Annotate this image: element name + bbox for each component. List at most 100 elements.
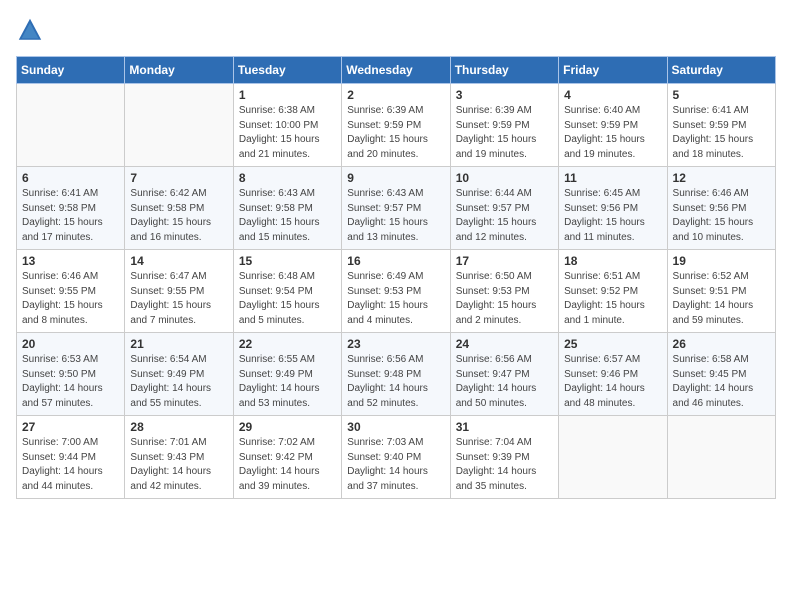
logo-icon [16,16,44,44]
day-info: Sunrise: 6:46 AM Sunset: 9:55 PM Dayligh… [22,270,119,328]
calendar-cell: 30 Sunrise: 7:03 AM Sunset: 9:40 PM Dayli… [342,416,450,499]
day-number: 12 [673,171,770,185]
day-info: Sunrise: 7:01 AM Sunset: 9:43 PM Dayligh… [130,436,227,494]
calendar-cell: 23 Sunrise: 6:56 AM Sunset: 9:48 PM Dayli… [342,333,450,416]
day-number: 1 [239,88,336,102]
day-header-friday: Friday [559,57,667,84]
calendar-week-4: 20 Sunrise: 6:53 AM Sunset: 9:50 PM Dayli… [17,333,776,416]
calendar-cell: 26 Sunrise: 6:58 AM Sunset: 9:45 PM Dayli… [667,333,775,416]
calendar-week-3: 13 Sunrise: 6:46 AM Sunset: 9:55 PM Dayli… [17,250,776,333]
calendar-cell [17,84,125,167]
day-info: Sunrise: 7:04 AM Sunset: 9:39 PM Dayligh… [456,436,553,494]
day-info: Sunrise: 7:02 AM Sunset: 9:42 PM Dayligh… [239,436,336,494]
day-number: 21 [130,337,227,351]
calendar-table: SundayMondayTuesdayWednesdayThursdayFrid… [16,56,776,499]
day-number: 5 [673,88,770,102]
day-info: Sunrise: 6:43 AM Sunset: 9:57 PM Dayligh… [347,187,444,245]
calendar-cell: 19Sunrise: 6:52 AM Sunset: 9:51 PM Dayli… [667,250,775,333]
day-info: Sunrise: 6:40 AM Sunset: 9:59 PM Dayligh… [564,104,661,162]
day-info: Sunrise: 6:44 AM Sunset: 9:57 PM Dayligh… [456,187,553,245]
day-info: Sunrise: 6:51 AM Sunset: 9:52 PM Dayligh… [564,270,661,328]
calendar-cell: 2Sunrise: 6:39 AM Sunset: 9:59 PM Daylig… [342,84,450,167]
calendar-cell: 18 Sunrise: 6:51 AM Sunset: 9:52 PM Dayli… [559,250,667,333]
calendar-cell: 20 Sunrise: 6:53 AM Sunset: 9:50 PM Dayli… [17,333,125,416]
day-header-thursday: Thursday [450,57,558,84]
day-info: Sunrise: 7:03 AM Sunset: 9:40 PM Dayligh… [347,436,444,494]
day-number: 19 [673,254,770,268]
calendar-cell: 17 Sunrise: 6:50 AM Sunset: 9:53 PM Dayli… [450,250,558,333]
calendar-cell: 6 Sunrise: 6:41 AM Sunset: 9:58 PM Daylig… [17,167,125,250]
day-info: Sunrise: 6:50 AM Sunset: 9:53 PM Dayligh… [456,270,553,328]
calendar-cell: 5 Sunrise: 6:41 AM Sunset: 9:59 PM Daylig… [667,84,775,167]
day-info: Sunrise: 6:41 AM Sunset: 9:59 PM Dayligh… [673,104,770,162]
day-number: 31 [456,420,553,434]
calendar-header: SundayMondayTuesdayWednesdayThursdayFrid… [17,57,776,84]
day-info: Sunrise: 6:39 AM Sunset: 9:59 PM Dayligh… [456,104,553,162]
day-number: 14 [130,254,227,268]
day-info: Sunrise: 6:41 AM Sunset: 9:58 PM Dayligh… [22,187,119,245]
day-header-tuesday: Tuesday [233,57,341,84]
day-info: Sunrise: 6:55 AM Sunset: 9:49 PM Dayligh… [239,353,336,411]
day-number: 8 [239,171,336,185]
day-number: 11 [564,171,661,185]
day-number: 6 [22,171,119,185]
day-number: 9 [347,171,444,185]
calendar-cell: 14 Sunrise: 6:47 AM Sunset: 9:55 PM Dayli… [125,250,233,333]
calendar-cell: 7 Sunrise: 6:42 AM Sunset: 9:58 PM Daylig… [125,167,233,250]
calendar-cell [559,416,667,499]
day-header-monday: Monday [125,57,233,84]
day-number: 18 [564,254,661,268]
day-number: 16 [347,254,444,268]
calendar-cell: 25Sunrise: 6:57 AM Sunset: 9:46 PM Dayli… [559,333,667,416]
day-number: 17 [456,254,553,268]
calendar-cell: 8Sunrise: 6:43 AM Sunset: 9:58 PM Daylig… [233,167,341,250]
calendar-cell: 16 Sunrise: 6:49 AM Sunset: 9:53 PM Dayli… [342,250,450,333]
day-number: 13 [22,254,119,268]
day-number: 10 [456,171,553,185]
day-info: Sunrise: 6:54 AM Sunset: 9:49 PM Dayligh… [130,353,227,411]
day-number: 28 [130,420,227,434]
day-info: Sunrise: 6:56 AM Sunset: 9:48 PM Dayligh… [347,353,444,411]
day-info: Sunrise: 6:49 AM Sunset: 9:53 PM Dayligh… [347,270,444,328]
calendar-body: 1 Sunrise: 6:38 AM Sunset: 10:00 PM Dayli… [17,84,776,499]
calendar-cell: 4 Sunrise: 6:40 AM Sunset: 9:59 PM Daylig… [559,84,667,167]
day-number: 23 [347,337,444,351]
day-number: 4 [564,88,661,102]
logo [16,16,48,44]
calendar-cell: 11 Sunrise: 6:45 AM Sunset: 9:56 PM Dayli… [559,167,667,250]
calendar-cell: 13 Sunrise: 6:46 AM Sunset: 9:55 PM Dayli… [17,250,125,333]
day-header-wednesday: Wednesday [342,57,450,84]
day-info: Sunrise: 6:42 AM Sunset: 9:58 PM Dayligh… [130,187,227,245]
day-info: Sunrise: 6:45 AM Sunset: 9:56 PM Dayligh… [564,187,661,245]
calendar-cell: 1 Sunrise: 6:38 AM Sunset: 10:00 PM Dayli… [233,84,341,167]
calendar-cell: 12 Sunrise: 6:46 AM Sunset: 9:56 PM Dayli… [667,167,775,250]
days-of-week-row: SundayMondayTuesdayWednesdayThursdayFrid… [17,57,776,84]
calendar-cell: 15 Sunrise: 6:48 AM Sunset: 9:54 PM Dayli… [233,250,341,333]
day-info: Sunrise: 6:46 AM Sunset: 9:56 PM Dayligh… [673,187,770,245]
day-info: Sunrise: 6:57 AM Sunset: 9:46 PM Dayligh… [564,353,661,411]
day-number: 15 [239,254,336,268]
calendar-cell: 3 Sunrise: 6:39 AM Sunset: 9:59 PM Daylig… [450,84,558,167]
day-info: Sunrise: 6:38 AM Sunset: 10:00 PM Daylig… [239,104,336,162]
day-number: 22 [239,337,336,351]
day-number: 7 [130,171,227,185]
day-number: 3 [456,88,553,102]
calendar-week-5: 27Sunrise: 7:00 AM Sunset: 9:44 PM Dayli… [17,416,776,499]
day-info: Sunrise: 6:48 AM Sunset: 9:54 PM Dayligh… [239,270,336,328]
calendar-cell: 31 Sunrise: 7:04 AM Sunset: 9:39 PM Dayli… [450,416,558,499]
day-number: 24 [456,337,553,351]
day-info: Sunrise: 6:53 AM Sunset: 9:50 PM Dayligh… [22,353,119,411]
calendar-cell: 10 Sunrise: 6:44 AM Sunset: 9:57 PM Dayli… [450,167,558,250]
calendar-cell: 28 Sunrise: 7:01 AM Sunset: 9:43 PM Dayli… [125,416,233,499]
day-info: Sunrise: 6:47 AM Sunset: 9:55 PM Dayligh… [130,270,227,328]
day-number: 26 [673,337,770,351]
day-number: 30 [347,420,444,434]
page-header [16,16,776,44]
day-number: 20 [22,337,119,351]
day-info: Sunrise: 6:58 AM Sunset: 9:45 PM Dayligh… [673,353,770,411]
day-number: 27 [22,420,119,434]
day-header-saturday: Saturday [667,57,775,84]
calendar-cell: 22 Sunrise: 6:55 AM Sunset: 9:49 PM Dayli… [233,333,341,416]
day-info: Sunrise: 6:39 AM Sunset: 9:59 PM Dayligh… [347,104,444,162]
calendar-week-2: 6 Sunrise: 6:41 AM Sunset: 9:58 PM Daylig… [17,167,776,250]
